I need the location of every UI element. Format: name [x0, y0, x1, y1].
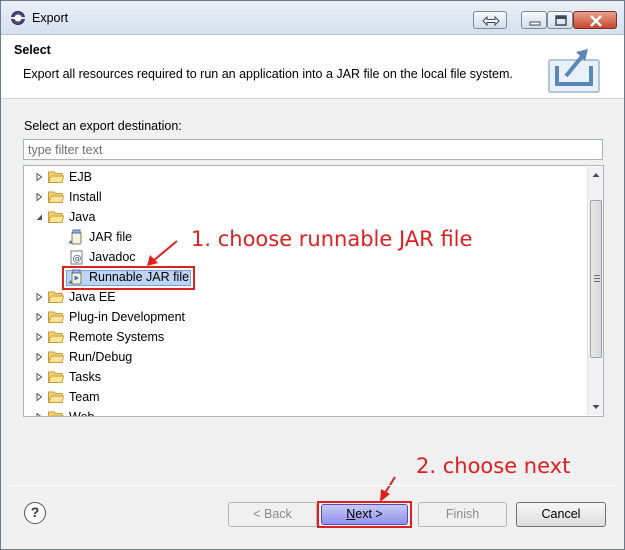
tree-item-run-debug[interactable]: Run/Debug: [24, 347, 584, 367]
runnable-jar-icon: [68, 269, 82, 285]
next-label-rest: ext >: [355, 507, 383, 521]
tree-item-label: Remote Systems: [69, 330, 165, 344]
destination-tree[interactable]: EJB Install Java JAR file @ Javadoc Runn…: [23, 165, 604, 417]
annotation-step-1: 1. choose runnable JAR file: [191, 227, 473, 251]
tree-item-java-ee[interactable]: Java EE: [24, 287, 584, 307]
folder-icon: [48, 291, 64, 303]
svg-text:@: @: [73, 254, 82, 264]
tree-item-web[interactable]: Web: [24, 407, 584, 417]
tree-item-java[interactable]: Java: [24, 207, 584, 227]
wizard-page-title: Select: [14, 43, 51, 57]
expand-arrow-icon[interactable]: [35, 353, 43, 361]
next-mnemonic: N: [346, 507, 356, 521]
maximize-button[interactable]: [547, 11, 573, 29]
finish-button[interactable]: Finish: [418, 502, 507, 527]
tree-item-label: Java: [69, 210, 96, 224]
tree-item-team[interactable]: Team: [24, 387, 584, 407]
minimize-icon: [529, 21, 541, 26]
sync-arrows-icon: [482, 15, 500, 27]
folder-icon: [48, 351, 64, 363]
folder-open-icon: [48, 211, 64, 223]
scrollbar-thumb[interactable]: [590, 200, 602, 358]
maximize-icon: [555, 15, 567, 26]
window-title: Export: [32, 11, 69, 25]
tree-item-remote-systems[interactable]: Remote Systems: [24, 327, 584, 347]
expand-arrow-icon[interactable]: [35, 413, 43, 417]
expand-arrow-icon[interactable]: [35, 193, 43, 201]
tree-item-ejb[interactable]: EJB: [24, 167, 584, 187]
tree-item-label: Javadoc: [89, 250, 136, 264]
export-banner-icon: [548, 49, 600, 93]
folder-icon: [48, 191, 64, 203]
export-dialog: Export Select Export all resources requi: [0, 0, 625, 550]
close-button[interactable]: [573, 11, 617, 29]
annotation-arrow-1-icon: [147, 240, 178, 266]
tree-item-label: Tasks: [69, 370, 101, 384]
tree-item-label: Install: [69, 190, 102, 204]
collapse-arrow-icon[interactable]: [35, 213, 43, 221]
tree-item-tasks[interactable]: Tasks: [24, 367, 584, 387]
tree-item-label: Runnable JAR file: [89, 270, 190, 284]
annotation-step-2: 2. choose next: [416, 454, 571, 478]
folder-icon: [48, 411, 64, 416]
expand-arrow-icon[interactable]: [35, 393, 43, 401]
help-button[interactable]: ?: [24, 502, 46, 524]
back-button[interactable]: < Back: [228, 502, 317, 527]
jar-file-icon: [68, 229, 82, 245]
cancel-button[interactable]: Cancel: [516, 502, 606, 527]
tree-item-runnable-jar-file[interactable]: Runnable JAR file: [24, 267, 584, 287]
expand-arrow-icon[interactable]: [35, 373, 43, 381]
thumb-grip: [594, 275, 600, 283]
wizard-header: Select Export all resources required to …: [1, 35, 624, 99]
sync-window-button[interactable]: [473, 11, 507, 29]
tree-item-install[interactable]: Install: [24, 187, 584, 207]
wizard-page-description: Export all resources required to run an …: [23, 67, 513, 81]
eclipse-app-icon: [11, 11, 25, 25]
folder-icon: [48, 331, 64, 343]
expand-arrow-icon[interactable]: [35, 173, 43, 181]
tree-item-label: Web: [69, 410, 95, 417]
next-button[interactable]: Next >: [321, 504, 408, 525]
expand-arrow-icon[interactable]: [35, 333, 43, 341]
tree-item-plug-in-development[interactable]: Plug-in Development: [24, 307, 584, 327]
tree-item-label: Plug-in Development: [69, 310, 186, 324]
filter-input[interactable]: [23, 139, 603, 160]
expand-arrow-icon[interactable]: [35, 293, 43, 301]
tree-item-label: Java EE: [69, 290, 116, 304]
folder-icon: [48, 171, 64, 183]
expand-arrow-icon[interactable]: [35, 313, 43, 321]
tree-item-label: EJB: [69, 170, 92, 184]
folder-icon: [48, 371, 64, 383]
javadoc-icon: @: [70, 250, 83, 265]
tree-item-label: JAR file: [89, 230, 133, 244]
tree-item-label: Team: [69, 390, 100, 404]
folder-icon: [48, 391, 64, 403]
folder-icon: [48, 311, 64, 323]
scroll-down-arrow-icon[interactable]: [588, 399, 604, 415]
tree-item-label: Run/Debug: [69, 350, 133, 364]
destination-label: Select an export destination:: [24, 119, 182, 133]
scroll-up-arrow-icon[interactable]: [588, 167, 604, 183]
close-icon: [590, 15, 602, 27]
minimize-button[interactable]: [521, 11, 547, 29]
tree-scrollbar[interactable]: [587, 167, 603, 415]
footer-separator: [9, 485, 617, 486]
title-bar: Export: [1, 1, 624, 35]
